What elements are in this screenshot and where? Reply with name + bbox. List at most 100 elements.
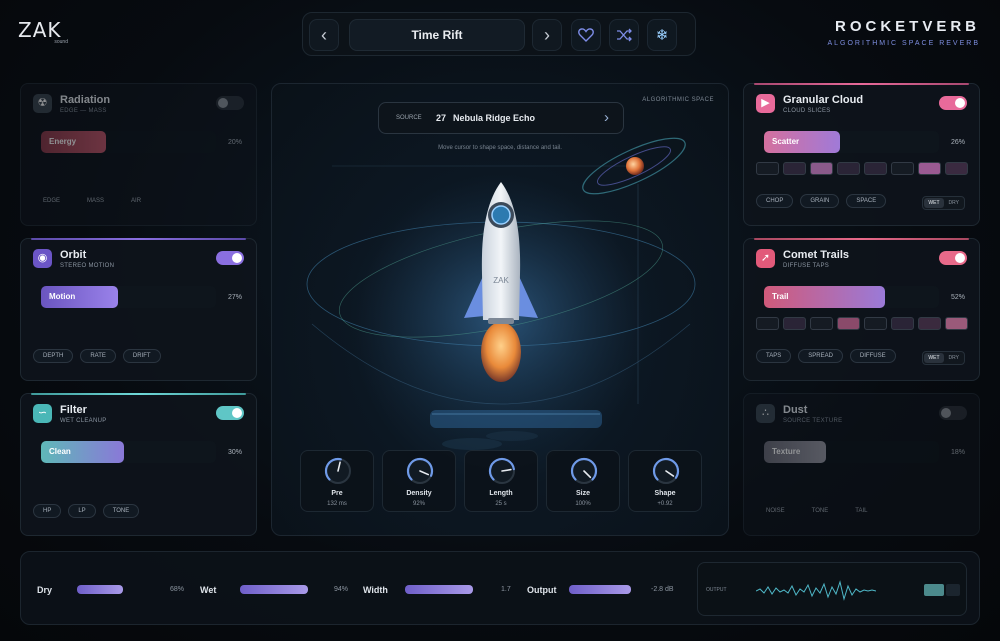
wet-option[interactable]: WET — [924, 198, 944, 208]
size-knob[interactable]: Size 100% — [546, 450, 620, 512]
mix-section: Dry 68% Wet 94% Width 1.7 Output -2.8 dB… — [20, 551, 980, 625]
step[interactable] — [810, 317, 833, 330]
wet-control[interactable]: Wet 94% — [200, 552, 350, 626]
shuffle-icon — [617, 28, 632, 42]
step[interactable] — [756, 317, 779, 330]
energy-slider[interactable]: Energy — [41, 131, 216, 153]
dust-panel: ∴ Dust SOURCE TEXTURE Texture 18% NOISE … — [743, 393, 980, 536]
dry-control[interactable]: Dry 68% — [37, 552, 187, 626]
knob-row: Pre 132 ms Density 92% Length 25 s Size … — [300, 450, 702, 512]
knob-label: Length — [489, 490, 513, 497]
chip-drift[interactable]: DRIFT — [122, 349, 161, 363]
chip-air[interactable]: AIR — [121, 194, 151, 208]
knob-value: 92% — [412, 501, 425, 507]
filter-icon: ∽ — [33, 404, 52, 423]
granular-toggle[interactable] — [939, 96, 967, 110]
step[interactable] — [918, 317, 941, 330]
chip-spread[interactable]: SPREAD — [798, 349, 843, 363]
wet-dry-switch[interactable]: WET DRY — [922, 196, 965, 210]
comet-chips: TAPS SPREAD DIFFUSE — [756, 349, 896, 363]
dry-option[interactable]: DRY — [945, 198, 963, 208]
chip-tone[interactable]: TONE — [102, 504, 140, 518]
knob-dial-icon — [570, 457, 598, 484]
chip-taps[interactable]: TAPS — [756, 349, 792, 363]
chip-edge[interactable]: EDGE — [33, 194, 70, 208]
wet-dry-switch[interactable]: WET DRY — [922, 351, 965, 365]
chip-depth[interactable]: DEPTH — [33, 349, 74, 363]
slider-label: Scatter — [772, 137, 800, 146]
favorite-button[interactable] — [571, 19, 601, 51]
radiation-toggle[interactable] — [216, 96, 244, 110]
length-knob[interactable]: Length 25 s — [464, 450, 538, 512]
step[interactable] — [783, 317, 806, 330]
chip-lp[interactable]: LP — [68, 504, 96, 518]
wet-option[interactable]: WET — [924, 353, 944, 363]
chevron-right-icon[interactable]: › — [604, 109, 609, 126]
chip-noise[interactable]: NOISE — [756, 504, 795, 518]
step[interactable] — [783, 162, 806, 175]
randomize-button[interactable] — [609, 19, 639, 51]
dust-toggle[interactable] — [939, 406, 967, 420]
chip-chop[interactable]: CHOP — [756, 194, 794, 208]
freeze-button[interactable]: ❄ — [647, 19, 677, 51]
grain-icon: ▶ — [756, 94, 775, 113]
next-preset-button[interactable]: › — [532, 19, 562, 51]
chip-grain[interactable]: GRAIN — [800, 194, 840, 208]
slider-value: 18% — [950, 449, 965, 456]
step[interactable] — [918, 162, 941, 175]
width-control[interactable]: Width 1.7 — [363, 552, 513, 626]
chip-hp[interactable]: HP — [33, 504, 62, 518]
clean-slider[interactable]: Clean — [41, 441, 216, 463]
step[interactable] — [864, 162, 887, 175]
comet-toggle[interactable] — [939, 251, 967, 265]
prev-preset-button[interactable]: ‹ — [309, 19, 339, 51]
step[interactable] — [891, 162, 914, 175]
mix-label: Wet — [200, 585, 217, 595]
knob-label: Pre — [331, 490, 343, 497]
width-slider[interactable] — [405, 585, 473, 594]
step[interactable] — [837, 317, 860, 330]
pre-knob[interactable]: Pre 132 ms — [300, 450, 374, 512]
step[interactable] — [810, 162, 833, 175]
mix-value: 68% — [170, 586, 185, 593]
density-knob[interactable]: Density 92% — [382, 450, 456, 512]
step[interactable] — [945, 162, 968, 175]
scatter-slider[interactable]: Scatter — [764, 131, 939, 153]
chip-rate[interactable]: RATE — [80, 349, 116, 363]
chip-diffuse[interactable]: DIFFUSE — [849, 349, 896, 363]
source-selector[interactable]: SOURCE 27 Nebula Ridge Echo › — [378, 102, 624, 134]
dry-slider[interactable] — [77, 585, 123, 594]
slider-value: 30% — [227, 449, 242, 456]
chip-tail[interactable]: TAIL — [845, 504, 877, 518]
source-label: SOURCE — [396, 115, 422, 121]
chevron-left-icon: ‹ — [321, 25, 327, 45]
step[interactable] — [864, 317, 887, 330]
knob-value: +0.92 — [657, 501, 673, 507]
knob-dial-icon — [406, 457, 434, 484]
knob-label: Density — [406, 490, 432, 497]
mix-value: 1.7 — [501, 586, 511, 593]
slider-value: 27% — [227, 294, 242, 301]
texture-slider[interactable]: Texture — [764, 441, 939, 463]
dry-option[interactable]: DRY — [945, 353, 963, 363]
preset-name-display[interactable]: Time Rift — [349, 19, 525, 51]
motion-slider[interactable]: Motion — [41, 286, 216, 308]
step[interactable] — [945, 317, 968, 330]
step[interactable] — [891, 317, 914, 330]
wet-slider[interactable] — [240, 585, 308, 594]
orbit-toggle[interactable] — [216, 251, 244, 265]
chip-mass[interactable]: MASS — [77, 194, 114, 208]
output-control[interactable]: Output -2.8 dB — [527, 552, 687, 626]
filter-toggle[interactable] — [216, 406, 244, 420]
shape-knob[interactable]: Shape +0.92 — [628, 450, 702, 512]
trail-slider[interactable]: Trail — [764, 286, 939, 308]
mix-label: Dry — [37, 585, 53, 595]
chip-space[interactable]: SPACE — [846, 194, 887, 208]
output-slider[interactable] — [569, 585, 631, 594]
step[interactable] — [837, 162, 860, 175]
step[interactable] — [756, 162, 779, 175]
radiation-panel: ☢ Radiation EDGE — MASS Energy 20% EDGE … — [20, 83, 257, 226]
space-visualizer[interactable]: ZAK ALGORITHMIC SPACE SOURCE 27 Nebula R… — [271, 83, 729, 536]
chip-tone[interactable]: TONE — [802, 504, 839, 518]
knob-value: 132 ms — [327, 501, 347, 507]
